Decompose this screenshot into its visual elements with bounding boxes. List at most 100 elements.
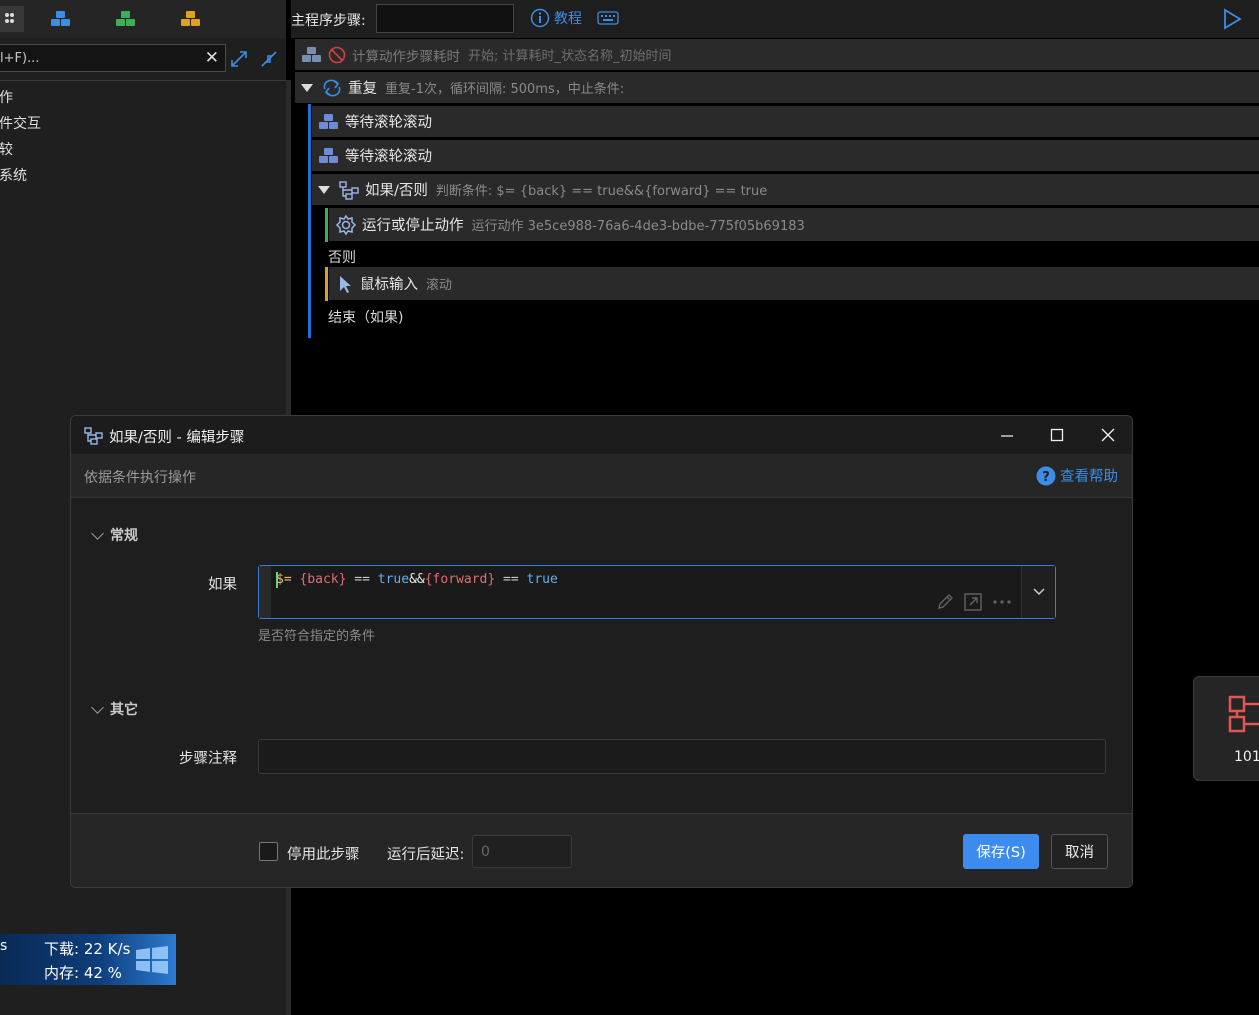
section-general-header[interactable]: 常规 (91, 525, 138, 545)
chevron-down-icon (1032, 588, 1045, 596)
tree-item[interactable]: 系统 (0, 165, 27, 187)
help-link[interactable]: ? 查看帮助 (1036, 465, 1118, 486)
close-icon (1101, 428, 1115, 442)
edit-step-dialog: 如果/否则 - 编辑步骤 依据条件执行操作 ? 查看帮助 常规 如果 $= {b… (70, 415, 1133, 888)
network-monitor-widget: s 下载: 22 K/s 内存: 42 % (0, 934, 176, 985)
chevron-down-icon[interactable] (301, 83, 313, 92)
step-description: 判断条件: $= {back} == true&&{forward} == tr… (435, 184, 768, 199)
svg-text:?: ? (1042, 470, 1050, 485)
tutorial-label: 教程 (554, 11, 582, 27)
chevron-down-icon (91, 526, 104, 540)
flowchart-icon (1228, 695, 1259, 733)
condition-editor[interactable]: $= {back} == true&&{forward} == true (258, 565, 1056, 619)
dialog-title-bar[interactable]: 如果/否则 - 编辑步骤 (71, 416, 1132, 454)
play-icon[interactable] (1221, 8, 1243, 30)
blue-cubes-icon (51, 11, 70, 26)
main-steps-label: 主程序步骤: (291, 13, 366, 29)
end-if-label: 结束（如果) (328, 310, 404, 326)
minimize-icon (1001, 435, 1013, 437)
orange-cubes-icon (181, 11, 200, 26)
pencil-icon[interactable] (935, 592, 955, 612)
dialog-footer: 停用此步骤 运行后延迟: 保存(S) 取消 (71, 813, 1132, 887)
editor-tools (935, 592, 1013, 612)
delay-label: 运行后延迟: (387, 847, 465, 863)
if-label: 如果 (208, 577, 237, 593)
tab-blue-modules[interactable] (46, 6, 76, 32)
disable-step-checkbox[interactable] (259, 842, 278, 861)
tab-green-modules[interactable] (111, 6, 141, 32)
dialog-title: 如果/否则 - 编辑步骤 (109, 430, 245, 446)
step-list: 计算动作步骤耗时 开始; 计算耗时_状态名称_初始时间 重复 重复-1次，循环间… (291, 38, 1259, 338)
step-note-input[interactable] (258, 739, 1106, 774)
tutorial-link[interactable]: 教程 (530, 8, 582, 28)
collapse-icon[interactable] (259, 49, 279, 69)
action-search-box: ✕ (0, 44, 226, 72)
section-other-title: 其它 (110, 702, 138, 718)
flow-mini-panel[interactable]: 101 (1193, 676, 1259, 781)
delay-input[interactable] (472, 835, 572, 868)
tree-item[interactable]: 作 (0, 87, 13, 109)
tree-item[interactable]: 较 (0, 139, 13, 161)
dialog-description-bar: 依据条件执行操作 ? 查看帮助 (71, 454, 1132, 498)
maximize-button[interactable] (1045, 424, 1069, 446)
section-general-title: 常规 (110, 528, 138, 544)
step-name: 等待滚轮滚动 (345, 149, 432, 165)
if-block-line (325, 208, 328, 242)
more-icon[interactable] (991, 592, 1013, 612)
top-bar: 主程序步骤: 教程 (291, 0, 1259, 38)
repeat-block-line (308, 104, 311, 338)
flow-count: 101 (1234, 749, 1259, 765)
step-row-repeat[interactable]: 重复 重复-1次，循环间隔: 500ms，中止条件: (295, 72, 1259, 103)
help-label: 查看帮助 (1060, 469, 1118, 485)
step-description: 滚动 (426, 278, 453, 293)
branch-icon (339, 180, 359, 200)
memory-usage: 内存: 42 % (44, 964, 122, 982)
branch-icon (84, 427, 103, 445)
cancel-button[interactable]: 取消 (1051, 834, 1108, 869)
editor-gutter (259, 566, 271, 618)
condition-code[interactable]: $= {back} == true&&{forward} == true (276, 572, 558, 587)
chevron-down-icon[interactable] (318, 185, 330, 194)
dialog-description: 依据条件执行操作 (84, 470, 196, 486)
main-steps-input[interactable] (376, 4, 514, 33)
condition-dropdown-button[interactable] (1021, 566, 1055, 618)
save-button[interactable]: 保存(S) (963, 834, 1039, 869)
tree-item[interactable]: 件交互 (0, 113, 41, 135)
close-icon[interactable]: ✕ (205, 48, 219, 68)
minimize-button[interactable] (995, 424, 1019, 446)
step-row[interactable]: 等待滚轮滚动 (312, 140, 1259, 171)
speed-unit-fragment: s (0, 938, 8, 954)
step-name: 等待滚轮滚动 (345, 115, 432, 131)
section-other-header[interactable]: 其它 (91, 699, 138, 719)
step-description: 重复-1次，循环间隔: 500ms，中止条件: (385, 82, 625, 97)
windows-logo-icon (136, 946, 168, 974)
step-name: 计算动作步骤耗时 (352, 48, 460, 65)
step-name: 运行或停止动作 (362, 218, 464, 234)
repeat-icon (323, 79, 341, 96)
cubes-icon (302, 46, 321, 62)
green-cubes-icon (116, 11, 135, 26)
open-external-icon[interactable] (963, 592, 983, 612)
tab-all[interactable] (0, 6, 24, 32)
disable-step-label[interactable]: 停用此步骤 (287, 843, 360, 864)
keyboard-icon[interactable] (597, 10, 619, 26)
step-row-if-else[interactable]: 如果/否则 判断条件: $= {back} == true&&{forward}… (312, 174, 1259, 205)
maximize-icon (1050, 428, 1064, 442)
step-name: 如果/否则 (365, 183, 428, 199)
step-row[interactable]: 鼠标输入 滚动 (329, 267, 1259, 300)
step-row[interactable]: 等待滚轮滚动 (312, 106, 1259, 137)
expand-icon[interactable] (229, 49, 249, 69)
note-label: 步骤注释 (179, 751, 237, 767)
chevron-down-icon (91, 700, 104, 714)
close-button[interactable] (1096, 424, 1120, 446)
left-tab-bar (0, 0, 286, 38)
step-row[interactable]: 运行或停止动作 运行动作 3e5ce988-76a6-4de3-bdbe-775… (329, 208, 1259, 241)
info-icon (530, 8, 550, 28)
tab-orange-modules[interactable] (176, 6, 206, 32)
action-search-input[interactable] (0, 45, 196, 71)
else-label: 否则 (328, 250, 356, 266)
step-description: 运行动作 3e5ce988-76a6-4de3-bdbe-775f05b6918… (471, 219, 805, 234)
else-block-line (325, 267, 328, 301)
step-row[interactable]: 计算动作步骤耗时 开始; 计算耗时_状态名称_初始时间 (295, 39, 1259, 70)
help-icon: ? (1036, 466, 1056, 485)
